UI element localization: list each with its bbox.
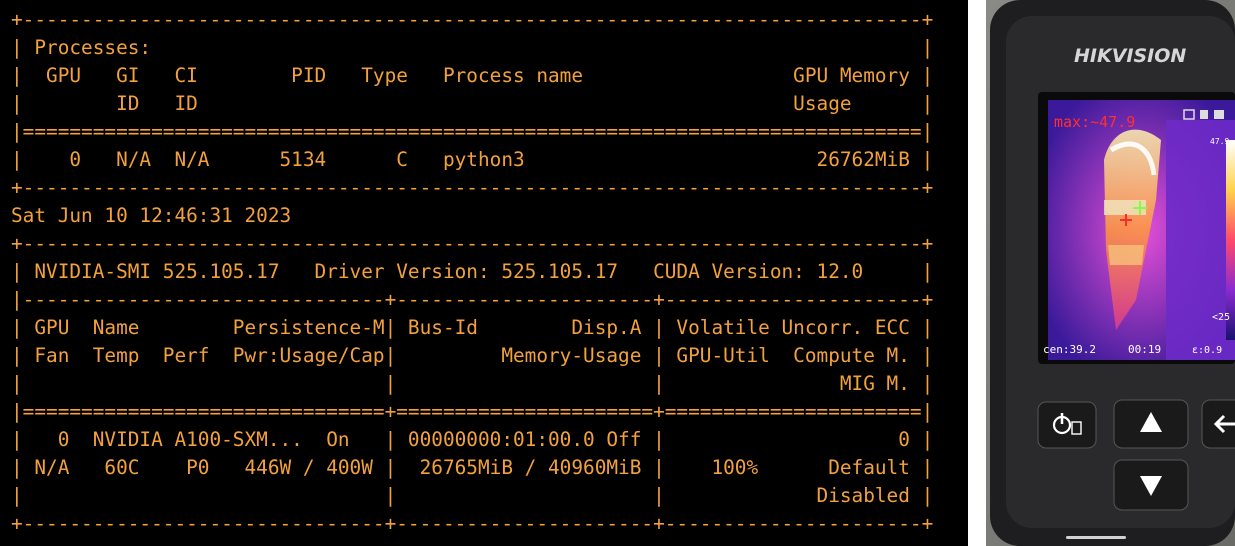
time-readout: 00:19 — [1128, 343, 1161, 356]
scale-bottom-label: <25 — [1212, 312, 1230, 323]
thermal-camera-photo: HIKVISION max:~47.9 47.9 <25 cen:39.2 00… — [986, 0, 1235, 546]
max-temperature-readout: max:~47.9 — [1054, 113, 1135, 131]
terminal-line: | N/A 60C P0 446W / 400W | 26765MiB / 40… — [11, 456, 934, 479]
terminal-line: | | | MIG M. | — [11, 372, 934, 395]
terminal-line: +---------------------------------------… — [11, 176, 934, 199]
center-temperature-readout: cen:39.2 — [1043, 343, 1096, 356]
terminal-line: | Fan Temp Perf Pwr:Usage/Cap| Memory-Us… — [11, 344, 934, 367]
terminal-line: Sat Jun 10 12:46:31 2023 — [11, 204, 292, 227]
sd-card-icon — [1200, 110, 1208, 119]
terminal-line: |=======================================… — [11, 120, 934, 143]
home-indicator — [1066, 536, 1126, 539]
terminal-line: | | | Disabled | — [11, 484, 934, 507]
terminal-line: | 0 N/A N/A 5134 C python3 26762MiB | — [11, 148, 934, 171]
battery-icon — [1214, 110, 1224, 119]
terminal-line: +---------------------------------------… — [11, 232, 934, 255]
scale-top-label: 47.9 — [1210, 137, 1229, 146]
terminal-line: | 0 NVIDIA A100-SXM... On | 00000000:01:… — [11, 428, 934, 451]
terminal-line: | Processes: | — [11, 36, 934, 59]
terminal-window: +---------------------------------------… — [0, 0, 968, 546]
terminal-line: +---------------------------------------… — [11, 8, 934, 31]
power-button[interactable] — [1037, 401, 1097, 449]
terminal-line: | GPU Name Persistence-M| Bus-Id Disp.A … — [11, 316, 934, 339]
terminal-line: |-------------------------------+-------… — [11, 288, 934, 311]
temperature-scale-bar — [1226, 140, 1235, 340]
image-divider — [968, 0, 986, 546]
terminal-line: +-------------------------------+-------… — [11, 512, 934, 535]
terminal-line: | NVIDIA-SMI 525.105.17 Driver Version: … — [11, 260, 934, 283]
terminal-line: | GPU GI CI PID Type Process name GPU Me… — [11, 64, 934, 87]
terminal-line: |===============================+=======… — [11, 400, 934, 423]
emissivity-readout: ε:0.9 — [1192, 345, 1222, 356]
terminal-line: | ID ID Usage | — [11, 92, 934, 115]
brand-logo: HIKVISION — [1074, 45, 1186, 67]
